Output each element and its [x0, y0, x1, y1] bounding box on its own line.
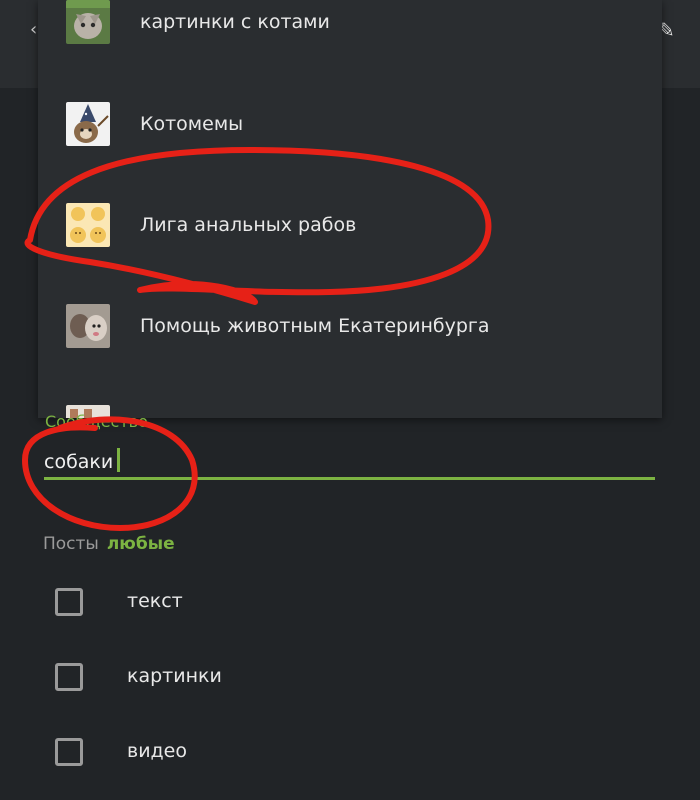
posts-value[interactable]: любые: [107, 534, 175, 554]
community-suggestions-dropdown: картинки с котами Котомемы Лига анальных…: [38, 0, 662, 418]
suggestion-label: Лига анальных рабов: [140, 214, 357, 236]
suggestion-item[interactable]: картинки с котами: [38, 0, 662, 73]
community-input-underline: [44, 477, 655, 480]
suggestion-label: Помощь животным Екатеринбурга: [140, 315, 490, 337]
cat-wizard-icon: [66, 102, 110, 146]
checkbox-text[interactable]: текст: [55, 588, 355, 622]
checkbox-pictures[interactable]: картинки: [55, 663, 355, 697]
checkbox-square-icon[interactable]: [55, 738, 83, 766]
posts-label: Посты: [43, 534, 99, 554]
checkbox-label: текст: [127, 590, 183, 612]
emoji-faces-icon: [66, 203, 110, 247]
posts-filter[interactable]: Посты любые: [43, 534, 175, 554]
checkbox-video[interactable]: видео: [55, 738, 355, 772]
community-field-label: Сообщество: [45, 412, 148, 431]
suggestion-label: картинки с котами: [140, 11, 330, 33]
annotation-circle-input: [22, 416, 198, 531]
checkbox-square-icon[interactable]: [55, 663, 83, 691]
suggestion-item[interactable]: Помощь животным Екатеринбурга: [38, 277, 662, 377]
cat-photo-icon: [66, 0, 110, 44]
suggestion-label: Котомемы: [140, 113, 244, 135]
kittens-photo-icon: [66, 304, 110, 348]
text-cursor: [117, 448, 121, 472]
suggestion-item[interactable]: Лига анальных рабов: [38, 176, 662, 276]
suggestion-item[interactable]: Котомемы: [38, 75, 662, 175]
checkbox-label: картинки: [127, 665, 222, 687]
checkbox-label: видео: [127, 740, 187, 762]
community-input-value: собаки: [44, 451, 114, 473]
community-input[interactable]: собаки: [44, 448, 121, 473]
checkbox-square-icon[interactable]: [55, 588, 83, 616]
